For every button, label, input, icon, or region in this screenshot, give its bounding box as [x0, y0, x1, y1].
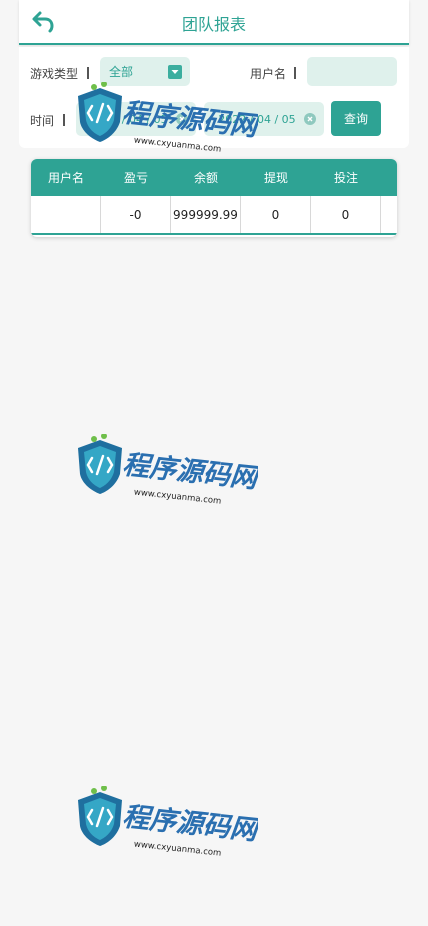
watermark-logo: 程序源码网 www.cxyuanma.com — [78, 786, 258, 859]
watermark-url: www.cxyuanma.com — [133, 488, 221, 507]
game-type-value: 全部 — [109, 65, 134, 79]
column-header: 余额 — [193, 171, 218, 185]
table-cell-profit: -0 — [101, 196, 171, 233]
column-header: 用户名 — [47, 171, 84, 185]
clear-icon[interactable] — [304, 113, 316, 125]
column-header: 提现 — [263, 171, 288, 185]
report-table: 用户名 盈亏 余额 提现 投注 -0 999999.99 0 0 — [31, 159, 397, 237]
username-label: 用户名 — [250, 67, 287, 81]
chevron-down-icon — [168, 65, 182, 79]
time-label: 时间 — [30, 114, 55, 128]
table-row: -0 999999.99 0 0 — [31, 196, 397, 235]
table-cell-username — [31, 196, 101, 233]
table-header: 用户名 盈亏 余额 提现 投注 — [31, 159, 397, 196]
watermark-logo: 程序源码网 www.cxyuanma.com — [78, 434, 258, 507]
table-cell-withdraw: 0 — [241, 196, 311, 233]
column-header: 盈亏 — [123, 171, 148, 185]
label-divider — [87, 67, 89, 79]
watermark-logo: 程序源码网 www.cxyuanma.com — [78, 82, 258, 155]
label-divider — [294, 67, 296, 79]
watermark-url: www.cxyuanma.com — [133, 840, 221, 859]
page-title: 团队报表 — [181, 15, 246, 34]
table-cell-balance: 999999.99 — [171, 196, 241, 233]
label-divider — [63, 114, 65, 126]
username-input[interactable] — [307, 57, 397, 86]
column-header: 投注 — [333, 171, 358, 185]
watermark-url: www.cxyuanma.com — [133, 136, 221, 155]
query-button[interactable]: 查询 — [331, 101, 381, 136]
table-cell-bet: 0 — [311, 196, 381, 233]
top-bar: 团队报表 — [19, 0, 409, 45]
game-type-label: 游戏类型 — [30, 67, 79, 81]
